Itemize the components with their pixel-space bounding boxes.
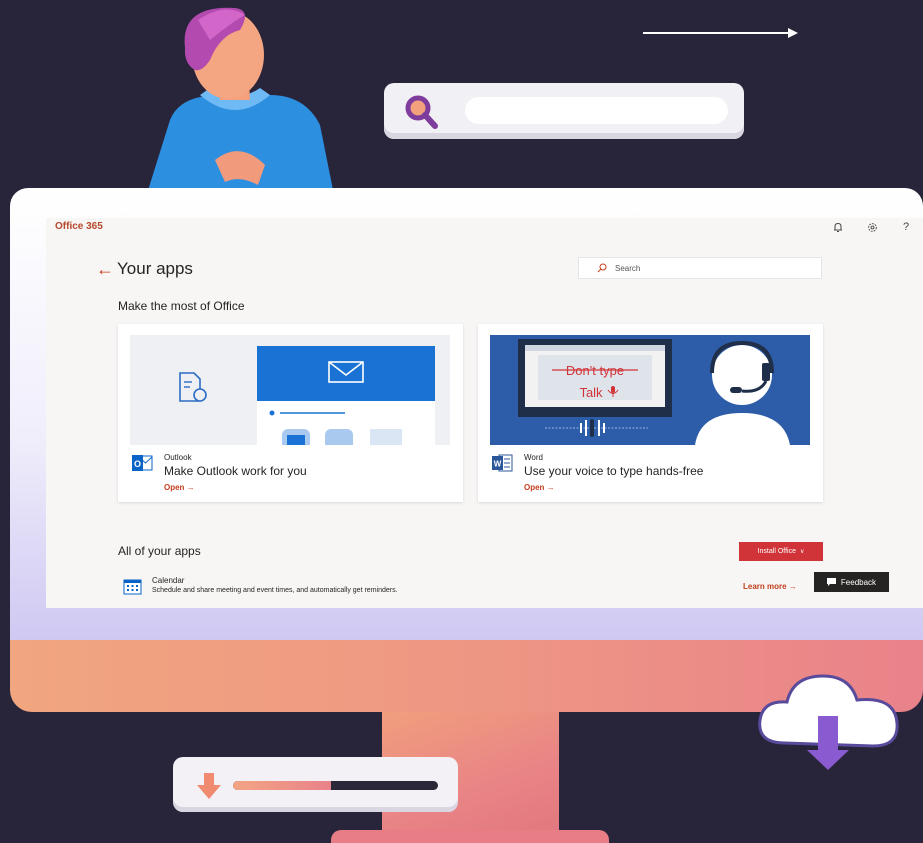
decor-download-progress xyxy=(173,757,458,812)
search-icon xyxy=(597,263,607,273)
outlook-banner xyxy=(130,335,450,445)
monitor-stand-base xyxy=(331,830,609,843)
word-banner: Don't type Talk xyxy=(490,335,810,445)
outlook-open-link[interactable]: Open → xyxy=(164,483,195,492)
learn-more-label: Learn more xyxy=(743,582,787,591)
bell-icon[interactable] xyxy=(831,220,845,234)
decor-search-bar xyxy=(384,83,744,139)
cloud-download-icon xyxy=(758,674,899,770)
word-open-label: Open xyxy=(524,483,545,492)
feedback-label: Feedback xyxy=(840,577,877,587)
top-bar-icons: ? xyxy=(831,220,913,234)
decor-search-field xyxy=(465,97,728,124)
back-arrow-icon[interactable]: ← xyxy=(96,259,114,280)
outlook-open-label: Open xyxy=(164,483,185,492)
svg-text:O: O xyxy=(134,459,141,469)
feedback-button[interactable]: Feedback xyxy=(814,572,889,592)
search-input[interactable] xyxy=(615,263,795,273)
banner-talk-text: Talk xyxy=(579,385,603,400)
calendar-app-name[interactable]: Calendar xyxy=(152,576,184,585)
word-feature-card[interactable]: Don't type Talk W Word Use your voice to… xyxy=(478,324,823,502)
decor-arrow-line xyxy=(643,32,793,34)
svg-text:W: W xyxy=(494,460,502,469)
outlook-app-name: Outlook xyxy=(164,453,192,462)
outlook-feature-card[interactable]: O Outlook Make Outlook work for you Open… xyxy=(118,324,463,502)
speech-bubble-icon xyxy=(826,578,836,586)
outlook-tagline: Make Outlook work for you xyxy=(164,464,307,478)
calendar-description: Schedule and share meeting and event tim… xyxy=(152,587,398,594)
person-illustration xyxy=(145,7,335,200)
gear-icon[interactable] xyxy=(865,220,879,234)
magnifier-icon xyxy=(405,95,438,129)
top-bar: Office 365 ? xyxy=(46,218,923,238)
calendar-icon[interactable] xyxy=(123,578,142,595)
all-apps-heading: All of your apps xyxy=(118,544,201,558)
help-icon[interactable]: ? xyxy=(899,220,913,234)
download-arrow-icon xyxy=(197,773,221,799)
chevron-down-icon: ∨ xyxy=(799,549,805,555)
decor-arrow-icon xyxy=(788,28,798,38)
office-screen: Office 365 ? ← Your apps Make the most o… xyxy=(46,218,923,608)
word-logo-icon: W xyxy=(492,454,513,472)
word-open-link[interactable]: Open → xyxy=(524,483,555,492)
word-app-name: Word xyxy=(524,453,543,462)
install-office-label: Install Office xyxy=(757,548,796,555)
outlook-logo-icon: O xyxy=(132,455,153,471)
word-tagline: Use your voice to type hands-free xyxy=(524,464,704,478)
install-office-button[interactable]: Install Office ∨ xyxy=(739,542,823,561)
page-title: Your apps xyxy=(117,259,193,278)
decor-progress-track xyxy=(233,781,438,790)
brand-name[interactable]: Office 365 xyxy=(55,221,103,232)
calendar-learn-more-link[interactable]: Learn more → xyxy=(743,582,797,591)
featured-heading: Make the most of Office xyxy=(118,299,245,313)
search-box[interactable] xyxy=(578,257,822,279)
decor-progress-fill xyxy=(233,781,332,790)
